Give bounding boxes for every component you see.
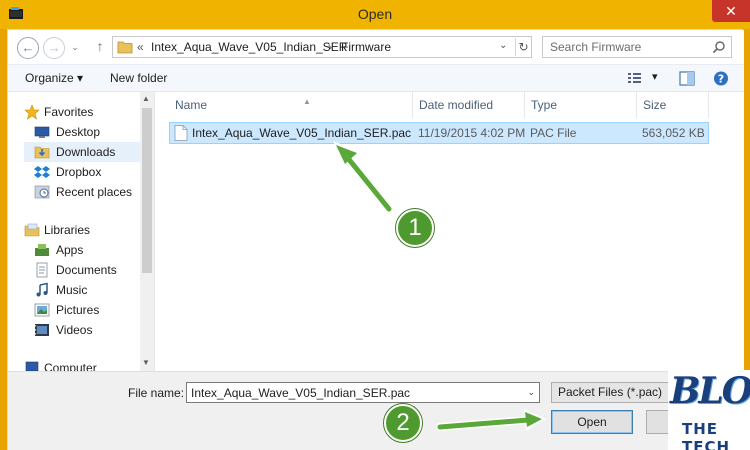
refresh-icon[interactable]: ↻ bbox=[515, 38, 531, 56]
recent-locations-dropdown[interactable]: ⌄ bbox=[68, 37, 82, 59]
scroll-up-arrow[interactable]: ▲ bbox=[142, 94, 150, 103]
videos-icon bbox=[35, 324, 49, 336]
file-name-input[interactable] bbox=[187, 383, 521, 402]
address-bar[interactable]: « Intex_Aqua_Wave_V05_Indian_SER › Firmw… bbox=[112, 36, 532, 58]
libraries-icon bbox=[24, 223, 40, 237]
navigation-bar: ← → ⌄ ↑ « Intex_Aqua_Wave_V05_Indian_SER… bbox=[8, 30, 744, 64]
file-name-combobox[interactable]: ⌄ bbox=[186, 382, 540, 403]
nav-music[interactable]: Music bbox=[24, 280, 152, 300]
sort-ascending-icon: ▲ bbox=[303, 97, 311, 106]
command-toolbar: Organize ▾ New folder ▾ ? bbox=[8, 64, 744, 92]
back-button[interactable]: ← bbox=[17, 37, 39, 59]
file-type: PAC File bbox=[530, 126, 577, 140]
nav-downloads[interactable]: Downloads bbox=[24, 142, 152, 162]
file-icon bbox=[174, 125, 188, 141]
chevron-down-icon[interactable]: ⌄ bbox=[527, 387, 535, 398]
folder-icon bbox=[117, 41, 133, 54]
music-icon bbox=[36, 282, 48, 297]
nav-recent-places[interactable]: Recent places bbox=[24, 182, 152, 202]
search-box[interactable] bbox=[542, 36, 732, 58]
breadcrumb-item-device[interactable]: Intex_Aqua_Wave_V05_Indian_SER bbox=[151, 40, 347, 54]
step-2-badge: 2 bbox=[384, 404, 422, 442]
nav-computer[interactable]: Computer bbox=[22, 358, 150, 371]
recent-places-icon bbox=[34, 185, 50, 199]
computer-icon bbox=[25, 361, 39, 371]
downloads-icon bbox=[34, 146, 50, 159]
navigation-pane: Favorites Desktop Downloads Dropbox Rece… bbox=[8, 92, 154, 371]
new-folder-button[interactable]: New folder bbox=[110, 71, 167, 85]
open-button[interactable]: Open bbox=[551, 410, 633, 434]
nav-desktop[interactable]: Desktop bbox=[24, 122, 152, 142]
breadcrumb-item-firmware[interactable]: Firmware bbox=[341, 40, 391, 54]
chevron-down-icon[interactable]: ⌄ bbox=[499, 40, 507, 51]
table-row[interactable]: Intex_Aqua_Wave_V05_Indian_SER.pac 11/19… bbox=[169, 122, 709, 144]
search-icon[interactable] bbox=[712, 40, 726, 54]
pictures-icon bbox=[34, 303, 50, 317]
dialog-client: ← → ⌄ ↑ « Intex_Aqua_Wave_V05_Indian_SER… bbox=[7, 29, 744, 450]
svg-text:?: ? bbox=[718, 73, 724, 86]
column-header-size[interactable]: Size bbox=[637, 92, 709, 118]
nav-apps[interactable]: Apps bbox=[24, 240, 152, 260]
nav-dropbox[interactable]: Dropbox bbox=[24, 162, 152, 182]
dropbox-icon bbox=[34, 166, 50, 178]
star-icon bbox=[24, 104, 40, 120]
help-icon[interactable]: ? bbox=[712, 70, 730, 87]
forward-button[interactable]: → bbox=[43, 37, 65, 59]
breadcrumb-separator[interactable]: › bbox=[328, 40, 332, 54]
nav-favorites[interactable]: Favorites bbox=[22, 102, 150, 122]
watermark-text-blog: BLOG bbox=[670, 370, 750, 412]
view-options-icon[interactable] bbox=[626, 70, 644, 87]
apps-icon bbox=[35, 244, 49, 256]
view-dropdown[interactable]: ▾ bbox=[652, 70, 658, 83]
close-button[interactable]: ✕ bbox=[712, 0, 750, 22]
up-button[interactable]: ↑ bbox=[92, 37, 108, 55]
organize-menu[interactable]: Organize ▾ bbox=[25, 71, 83, 85]
column-header-name[interactable]: ▲ Name bbox=[169, 92, 413, 118]
file-size: 563,052 KB bbox=[642, 126, 705, 140]
nav-documents[interactable]: Documents bbox=[24, 260, 152, 280]
title-bar: Open ✕ bbox=[0, 0, 750, 29]
desktop-icon bbox=[34, 126, 50, 138]
navigation-pane-scrollbar[interactable]: ▲ ▼ bbox=[140, 92, 154, 371]
step-1-badge: 1 bbox=[396, 209, 434, 247]
watermark-text-the-tech: THE TECH bbox=[682, 420, 731, 450]
file-name: Intex_Aqua_Wave_V05_Indian_SER.pac bbox=[192, 126, 412, 140]
file-date-modified: 11/19/2015 4:02 PM bbox=[418, 126, 526, 140]
file-list: ▲ Name Date modified Type Size Intex_Aqu… bbox=[155, 92, 744, 371]
column-header-date-modified[interactable]: Date modified bbox=[413, 92, 525, 118]
column-header-type[interactable]: Type bbox=[525, 92, 637, 118]
watermark-logo: BLOG THE TECH bbox=[668, 370, 750, 450]
dialog-footer: File name: ⌄ Packet Files (*.pac) Open C bbox=[8, 371, 744, 450]
nav-videos[interactable]: Videos bbox=[24, 320, 152, 340]
search-input[interactable] bbox=[543, 37, 711, 57]
breadcrumb-overflow[interactable]: « bbox=[137, 40, 144, 54]
file-name-label: File name: bbox=[128, 386, 185, 400]
window-title: Open bbox=[357, 6, 393, 22]
nav-libraries[interactable]: Libraries bbox=[22, 220, 150, 240]
documents-icon bbox=[36, 262, 48, 278]
scrollbar-thumb[interactable] bbox=[142, 108, 152, 273]
open-dialog: Open ✕ ← → ⌄ ↑ « Intex_Aqua_Wave_V05_Ind… bbox=[0, 0, 750, 450]
nav-pictures[interactable]: Pictures bbox=[24, 300, 152, 320]
scroll-down-arrow[interactable]: ▼ bbox=[142, 358, 150, 367]
preview-pane-icon[interactable] bbox=[678, 70, 696, 87]
